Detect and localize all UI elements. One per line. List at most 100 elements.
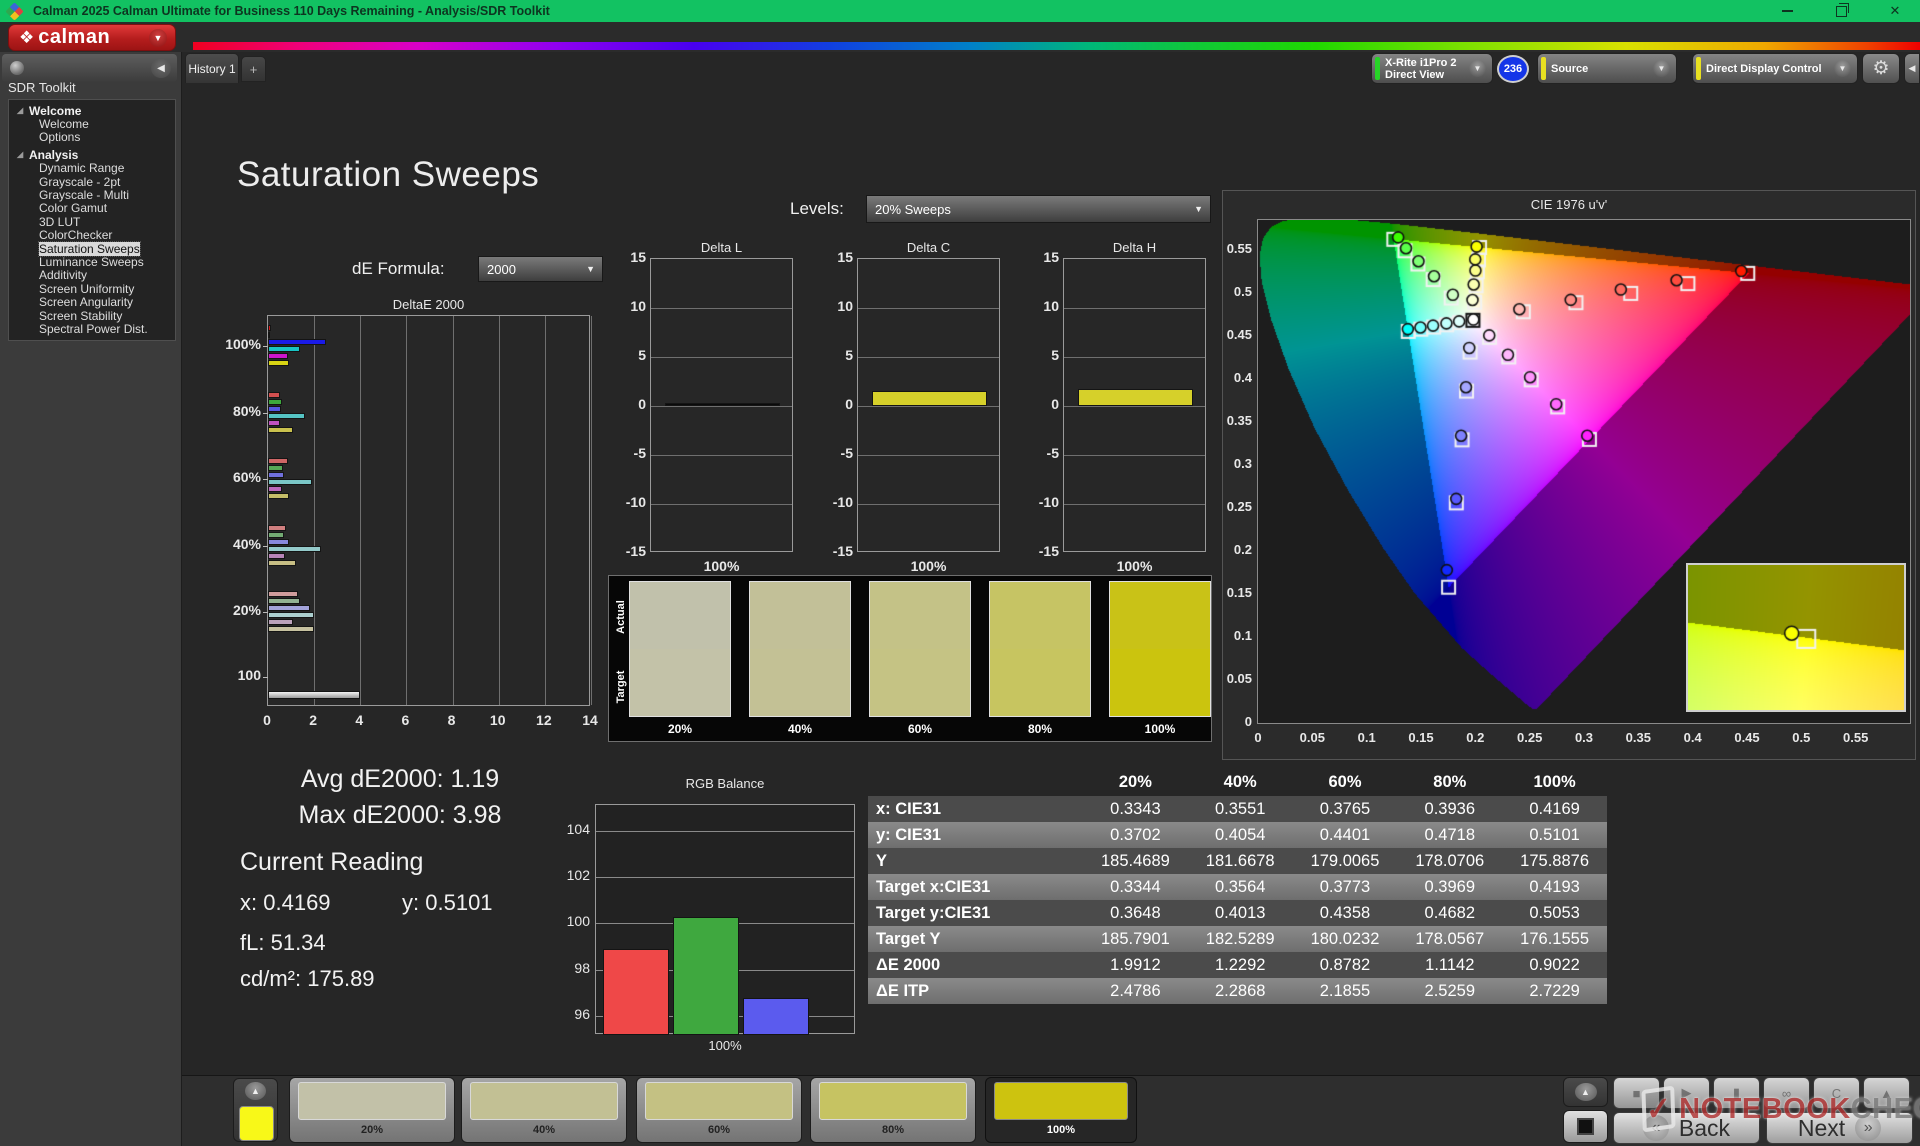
- deltae-bar-magenta: [268, 353, 288, 359]
- sidebar-item-3d-lut[interactable]: 3D LUT: [9, 215, 175, 229]
- panel-collapse-button[interactable]: ◀: [1904, 53, 1920, 84]
- sidebar-item-label: Additivity: [39, 268, 88, 283]
- sidebar-item-welcome[interactable]: Welcome: [9, 117, 175, 131]
- sidebar-item-options[interactable]: Options: [9, 130, 175, 144]
- tree-section-welcome[interactable]: ◢ Welcome: [9, 103, 175, 118]
- x-tick-label: 14: [582, 712, 598, 728]
- levels-dropdown[interactable]: 20% Sweeps ▼: [866, 195, 1211, 223]
- sidebar-item-dynamic-range[interactable]: Dynamic Range: [9, 161, 175, 175]
- sidebar-item-saturation-sweeps[interactable]: Saturation Sweeps: [9, 240, 175, 257]
- table-cell: 0.3648: [1110, 903, 1161, 922]
- sidebar-item-luminance-sweeps[interactable]: Luminance Sweeps: [9, 255, 175, 269]
- cie-x-tick-label: 0.1: [1357, 730, 1376, 745]
- sidebar-item-spectral-power-dist-[interactable]: Spectral Power Dist.: [9, 321, 175, 336]
- cie-y-tick-label: 0.35: [1226, 413, 1252, 429]
- deltae-bar-red: [268, 524, 287, 531]
- level-swatch-color: [298, 1082, 446, 1120]
- tree-section-label: Welcome: [29, 103, 82, 118]
- table-cell: 0.4682: [1424, 903, 1476, 922]
- table-row: Target y:CIE31 0.3648 0.4013 0.4358 0.4682 0.…: [868, 900, 1607, 926]
- sidebar-item-label: Spectral Power Dist.: [39, 321, 148, 336]
- level-swatch-button-40%[interactable]: 40%: [461, 1077, 627, 1143]
- deltae-bar-cyan: [268, 479, 312, 485]
- sidebar-item-screen-stability[interactable]: Screen Stability: [9, 309, 175, 323]
- deltae-chart: [263, 315, 592, 706]
- de-formula-dropdown[interactable]: 2000 ▼: [478, 256, 603, 282]
- cie-x-tick-label: 0.35: [1625, 730, 1651, 745]
- sidebar-collapse-button[interactable]: ◀: [151, 58, 171, 78]
- level-swatch-label: 40%: [532, 1124, 556, 1136]
- sidebar-item-label: Saturation Sweeps: [38, 240, 141, 257]
- toolbar-icon-button-2[interactable]: ▮: [1713, 1077, 1760, 1109]
- next-button[interactable]: Next »: [1766, 1112, 1913, 1144]
- delta-bar: [1078, 389, 1193, 406]
- gridline: [651, 455, 792, 456]
- sample-preview-control[interactable]: ▲: [233, 1078, 278, 1142]
- toolbar-icon-button-0[interactable]: ■: [1613, 1077, 1660, 1109]
- gridline: [651, 357, 792, 358]
- y-tick-label: 0: [1051, 396, 1059, 412]
- cie-x-tick-label: 0.4: [1683, 730, 1702, 745]
- close-icon: ✕: [1889, 3, 1901, 18]
- minimize-button[interactable]: [1780, 4, 1794, 18]
- gridline: [651, 504, 792, 505]
- toolbar-glyph-icon: ▲: [1880, 1085, 1893, 1101]
- sidebar-item-color-gamut[interactable]: Color Gamut: [9, 201, 175, 215]
- table-cell: 0.3551: [1214, 799, 1266, 818]
- settings-button[interactable]: ⚙: [1862, 53, 1900, 84]
- calman-menu-button[interactable]: ❖ calman ▼: [8, 24, 176, 51]
- cie-x-tick-label: 0.2: [1466, 730, 1485, 745]
- cie-y-tick-label: 0.25: [1226, 499, 1252, 515]
- table-cell: 2.4786: [1110, 981, 1161, 1000]
- gridline: [858, 455, 999, 456]
- swatch-80%: [989, 581, 1091, 717]
- y-tick-label: 104: [566, 820, 590, 837]
- table-row-label: Target y:CIE31: [876, 903, 991, 922]
- add-tab-button[interactable]: +: [241, 56, 266, 82]
- toolbar-icon-button-3[interactable]: ∞: [1763, 1077, 1810, 1109]
- reading-cdm2-label: cd/m²:: [240, 966, 302, 991]
- sidebar-item-colorchecker[interactable]: ColorChecker: [9, 228, 175, 242]
- level-swatch-button-80%[interactable]: 80%: [810, 1077, 976, 1143]
- toolbar-icon-button-5[interactable]: ▲: [1863, 1077, 1910, 1109]
- table-row-label: y: CIE31: [876, 825, 942, 844]
- level-swatch-button-100%[interactable]: 100%: [985, 1077, 1137, 1143]
- x-tick-label: 2: [309, 712, 318, 728]
- gridline: [1064, 406, 1205, 407]
- de-formula-value: 2000: [487, 261, 516, 277]
- stop-measure-button[interactable]: [1563, 1110, 1608, 1143]
- rgb-balance-title: RGB Balance: [685, 776, 765, 791]
- level-swatch-button-60%[interactable]: 60%: [636, 1077, 802, 1143]
- x-tick-label: 10: [489, 712, 506, 728]
- close-button[interactable]: ✕: [1888, 3, 1902, 18]
- table-cell: 0.3564: [1214, 877, 1266, 896]
- max-de2000-label: Max dE2000:: [298, 801, 446, 829]
- reading-x-stat: x: 0.4169: [240, 890, 331, 916]
- table-row-label: Y: [876, 851, 888, 870]
- meter-count-badge[interactable]: 236: [1497, 55, 1529, 83]
- sidebar-item-additivity[interactable]: Additivity: [9, 268, 175, 283]
- toolbar-icon-button-1[interactable]: ▶: [1663, 1077, 1710, 1109]
- table-cell: 178.0567: [1415, 929, 1485, 948]
- y-tick-label: -15: [625, 543, 646, 559]
- sidebar-item-grayscale-multi[interactable]: Grayscale - Multi: [9, 188, 175, 202]
- level-swatch-label: 60%: [707, 1124, 731, 1136]
- sidebar-item-screen-angularity[interactable]: Screen Angularity: [9, 295, 175, 309]
- table-cell: 1.2292: [1214, 955, 1266, 974]
- sidebar-item-grayscale-2pt[interactable]: Grayscale - 2pt: [9, 175, 175, 189]
- back-button[interactable]: « Back: [1613, 1112, 1760, 1144]
- source-dropdown[interactable]: Source ▼: [1537, 53, 1677, 84]
- table-row-label: Target x:CIE31: [876, 877, 991, 896]
- table-column-header: 100%: [1533, 773, 1576, 791]
- table-cell: 0.8782: [1319, 955, 1371, 974]
- meter-dropdown[interactable]: X-Rite i1Pro 2 Direct View ▼: [1371, 53, 1493, 84]
- toolbar-icon-button-4[interactable]: C: [1813, 1077, 1860, 1109]
- level-swatch-button-20%[interactable]: 20%: [289, 1077, 455, 1143]
- table-cell: 0.5053: [1529, 903, 1580, 922]
- tab-history-1[interactable]: History 1: [185, 53, 239, 83]
- panel-up-button[interactable]: ▲: [1563, 1077, 1608, 1107]
- sidebar-item-screen-uniformity[interactable]: Screen Uniformity: [9, 282, 175, 296]
- display-control-dropdown[interactable]: Direct Display Control ▼: [1692, 53, 1858, 84]
- tree-section-analysis[interactable]: ◢ Analysis: [9, 148, 175, 162]
- restore-button[interactable]: [1834, 2, 1849, 18]
